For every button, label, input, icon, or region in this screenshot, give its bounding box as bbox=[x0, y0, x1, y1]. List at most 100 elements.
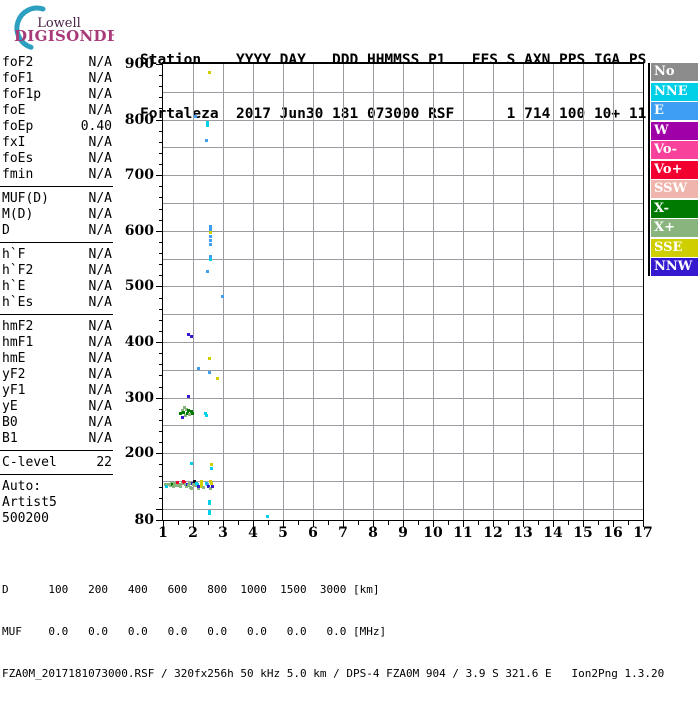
y-axis-tick bbox=[159, 131, 162, 132]
legend-item: W bbox=[651, 121, 698, 140]
y-axis-tick bbox=[159, 242, 162, 243]
gridline-vertical bbox=[373, 64, 374, 520]
x-axis-tick-label: 9 bbox=[398, 525, 408, 541]
y-axis-tick bbox=[159, 387, 162, 388]
data-point bbox=[187, 395, 190, 398]
gridline-vertical bbox=[553, 64, 554, 520]
data-point bbox=[208, 357, 211, 360]
data-point bbox=[211, 485, 214, 488]
y-axis-tick bbox=[159, 142, 162, 143]
y-axis-tick bbox=[159, 153, 162, 154]
y-axis-tick bbox=[159, 97, 162, 98]
legend-item: SSW bbox=[651, 180, 698, 198]
gridline-horizontal bbox=[163, 398, 643, 399]
gridline-horizontal bbox=[163, 147, 643, 148]
x-axis-tick-label: 13 bbox=[513, 525, 533, 541]
x-axis-tick-label: 2 bbox=[188, 525, 198, 541]
gridline-horizontal bbox=[163, 342, 643, 343]
y-axis-tick bbox=[159, 487, 162, 488]
y-axis-tick bbox=[159, 476, 162, 477]
data-point bbox=[208, 512, 211, 515]
y-axis-tick bbox=[159, 353, 162, 354]
data-point bbox=[208, 502, 211, 505]
data-point bbox=[202, 486, 205, 489]
y-axis-tick bbox=[159, 409, 162, 410]
x-axis-tick-label: 5 bbox=[278, 525, 288, 541]
data-point bbox=[190, 487, 193, 490]
data-point bbox=[209, 243, 212, 246]
footer-block: D 100 200 400 600 800 1000 1500 3000 [km… bbox=[2, 555, 664, 709]
y-axis-tick bbox=[156, 175, 162, 176]
data-point bbox=[205, 414, 208, 417]
gridline-horizontal bbox=[163, 259, 643, 260]
x-axis-tick-label: 17 bbox=[633, 525, 653, 541]
muf-row: MUF 0.0 0.0 0.0 0.0 0.0 0.0 0.0 0.0 [MHz… bbox=[2, 625, 387, 638]
d-distance-row: D 100 200 400 600 800 1000 1500 3000 [km… bbox=[2, 583, 380, 596]
data-point bbox=[194, 115, 197, 118]
y-axis-tick bbox=[159, 309, 162, 310]
gridline-horizontal bbox=[163, 425, 643, 426]
data-point bbox=[209, 235, 212, 238]
data-point bbox=[179, 485, 182, 488]
y-axis-tick bbox=[159, 298, 162, 299]
y-axis-tick bbox=[156, 520, 162, 521]
legend-item: SSE bbox=[651, 238, 698, 257]
y-axis-tick-label: 300 bbox=[124, 390, 154, 406]
gridline-horizontal bbox=[163, 481, 643, 482]
x-axis-tick-label: 10 bbox=[423, 525, 443, 541]
plot-frame-line bbox=[643, 62, 644, 521]
y-axis-tick bbox=[156, 231, 162, 232]
gridline-vertical bbox=[433, 64, 434, 520]
gridline-vertical bbox=[463, 64, 464, 520]
y-axis-tick-label: 600 bbox=[124, 223, 154, 239]
legend-item: NNW bbox=[651, 258, 698, 276]
gridline-vertical bbox=[493, 64, 494, 520]
y-axis-tick-label: 800 bbox=[124, 112, 154, 128]
ionogram-plot: 1 2 3 4 5 6 7 8 9 10 11 12 13 14 15 16 17 900 800 700 600 500… bbox=[0, 0, 700, 600]
y-axis-tick-label: 700 bbox=[124, 167, 154, 183]
data-point bbox=[208, 371, 211, 374]
legend-item: Vo+ bbox=[651, 160, 698, 179]
y-axis-tick bbox=[159, 164, 162, 165]
x-axis-tick-label: 11 bbox=[453, 525, 473, 541]
y-axis-tick bbox=[159, 375, 162, 376]
y-axis-tick-label: 400 bbox=[124, 334, 154, 350]
legend-item: No Val bbox=[651, 63, 698, 97]
y-axis-tick bbox=[159, 186, 162, 187]
data-point bbox=[216, 377, 219, 380]
echo-type-legend: No ValNNEEWVo-Vo+SSWX-X+SSENNW bbox=[648, 63, 698, 276]
data-point bbox=[266, 515, 269, 518]
gridline-vertical bbox=[343, 64, 344, 520]
gridline-horizontal bbox=[163, 231, 643, 232]
data-point bbox=[210, 467, 213, 470]
legend-item: Vo- bbox=[651, 141, 698, 159]
gridline-vertical bbox=[583, 64, 584, 520]
data-point bbox=[206, 124, 209, 127]
gridline-vertical bbox=[313, 64, 314, 520]
data-point bbox=[190, 462, 193, 465]
y-axis-tick bbox=[156, 509, 162, 510]
y-axis-tick-label: 900 bbox=[124, 56, 154, 72]
y-axis-tick-label: 200 bbox=[124, 445, 154, 461]
y-axis-tick bbox=[156, 286, 162, 287]
data-point bbox=[209, 258, 212, 261]
gridline-horizontal bbox=[163, 120, 643, 121]
digisonde-ionogram-view: Lowell DIGISONDE Station YYYY DAY DDD HH… bbox=[0, 0, 700, 680]
gridline-horizontal bbox=[163, 453, 643, 454]
gridline-vertical bbox=[523, 64, 524, 520]
y-axis-tick bbox=[156, 398, 162, 399]
y-axis-tick bbox=[159, 209, 162, 210]
gridline-vertical bbox=[253, 64, 254, 520]
y-axis-tick bbox=[159, 420, 162, 421]
gridline-horizontal bbox=[163, 175, 643, 176]
y-axis-tick bbox=[156, 64, 162, 65]
data-point bbox=[210, 463, 213, 466]
data-point bbox=[209, 239, 212, 242]
gridline-horizontal bbox=[163, 92, 643, 93]
gridline-horizontal bbox=[163, 314, 643, 315]
y-axis-tick bbox=[159, 253, 162, 254]
gridline-horizontal bbox=[163, 509, 643, 510]
gridline-vertical bbox=[613, 64, 614, 520]
x-axis-tick-label: 16 bbox=[603, 525, 623, 541]
gridline-vertical bbox=[283, 64, 284, 520]
